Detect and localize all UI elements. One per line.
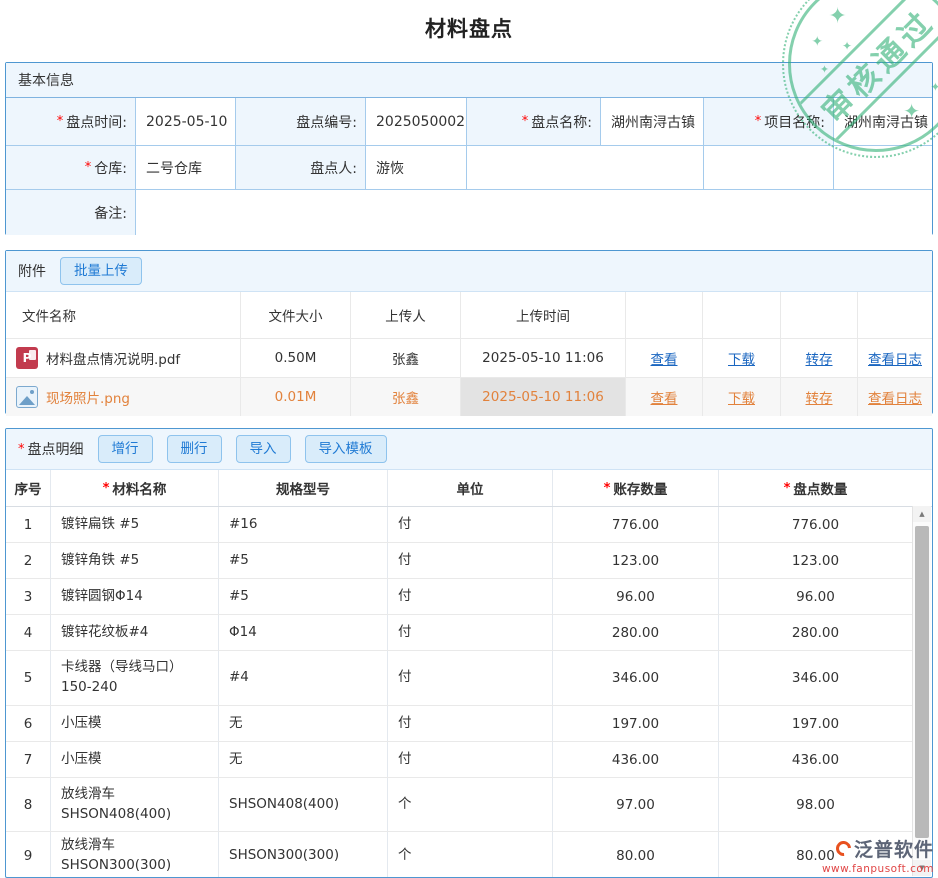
add-row-button[interactable]: 增行 [98,435,153,463]
import-template-button[interactable]: 导入模板 [305,435,387,463]
col-action [781,292,858,338]
attachment-row-pdf: P 材料盘点情况说明.pdf 0.50M 张鑫 2025-05-10 11:06… [6,338,932,377]
required-asterisk: * [103,481,110,496]
view-link[interactable]: 查看 [651,348,678,368]
image-file-icon [16,386,38,408]
uploader-cell: 张鑫 [351,378,461,416]
col-spec: 规格型号 [219,470,388,506]
col-file-name: 文件名称 [6,292,241,338]
col-uploader: 上传人 [351,292,461,338]
uploader-cell: 张鑫 [351,339,461,377]
scroll-up-arrow[interactable]: ▲ [913,506,931,522]
project-name-value[interactable]: 湖州南浔古镇 [834,98,932,146]
col-unit: 单位 [388,470,553,506]
inventory-time-label: * 盘点时间: [6,98,136,146]
col-book-qty: * 账存数量 [553,470,719,506]
basic-info-row-2: * 仓库: 二号仓库 盘点人: 游恢 [6,146,932,190]
download-link[interactable]: 下载 [728,387,755,407]
inventory-detail-header: * 盘点明细 增行 删行 导入 导入模板 [6,429,932,469]
col-material-name: * 材料名称 [51,470,219,506]
col-file-size: 文件大小 [241,292,351,338]
table-row[interactable]: 5 卡线器（导线马口）150-240 #4 付 346.00 346.00 [6,651,912,706]
vendor-name: 泛普软件 [854,835,934,862]
view-log-link[interactable]: 查看日志 [868,348,922,368]
required-asterisk: * [18,442,25,457]
table-row[interactable]: 4 镀锌花纹板#4 Φ14 付 280.00 280.00 [6,615,912,651]
attachments-table-header: 文件名称 文件大小 上传人 上传时间 [6,291,932,338]
table-row[interactable]: 2 镀锌角铁 #5 #5 付 123.00 123.00 [6,543,912,579]
remark-value[interactable] [136,190,932,235]
inventory-no-label: 盘点编号: [236,98,366,146]
empty-cell [467,146,704,190]
inventory-time-value[interactable]: 2025-05-10 [136,98,236,146]
inventory-name-value[interactable]: 湖州南浔古镇 [601,98,704,146]
material-inventory-page: 材料盘点 基本信息 * 盘点时间: 2025-05-10 盘点编号: 20250… [0,0,938,878]
detail-table-body: 1 镀锌扁铁 #5 #16 付 776.00 776.00 2 镀锌角铁 #5 … [6,507,912,878]
delete-row-button[interactable]: 删行 [167,435,222,463]
required-asterisk: * [522,114,529,129]
table-row[interactable]: 8 放线滑车 SHSON408(400) SHSON408(400) 个 97.… [6,778,912,832]
pdf-file-icon: P [16,347,38,369]
inventory-detail-section: * 盘点明细 增行 删行 导入 导入模板 序号 * 材料名称 规格型号 单位 *… [5,428,933,878]
upload-time-cell: 2025-05-10 11:06 [461,378,626,416]
detail-table-header: 序号 * 材料名称 规格型号 单位 * 账存数量 * 盘点数量 [6,469,932,507]
basic-info-title: 基本信息 [18,70,74,90]
batch-upload-button[interactable]: 批量上传 [60,257,142,285]
project-name-label: * 项目名称: [704,98,834,146]
transfer-link[interactable]: 转存 [806,387,833,407]
file-size-cell: 0.01M [241,378,351,416]
col-action [858,292,932,338]
warehouse-label: * 仓库: [6,146,136,190]
attachments-header: 附件 批量上传 [6,251,932,291]
transfer-link[interactable]: 转存 [806,348,833,368]
vendor-watermark: 泛普软件 www.fanpusoft.com [822,835,934,875]
page-title: 材料盘点 [0,13,938,43]
col-count-qty: * 盘点数量 [719,470,912,506]
file-name-cell: P 材料盘点情况说明.pdf [6,339,241,377]
table-row[interactable]: 9 放线滑车 SHSON300(300) SHSON300(300) 个 80.… [6,832,912,878]
basic-info-header: 基本信息 [6,63,932,98]
col-action [626,292,703,338]
vendor-url: www.fanpusoft.com [822,863,934,875]
remark-label: 备注: [6,190,136,235]
view-log-link[interactable]: 查看日志 [868,387,922,407]
vertical-scrollbar[interactable]: ▲ ▼ [912,506,931,876]
required-asterisk: * [85,160,92,175]
inventory-name-label: * 盘点名称: [467,98,601,146]
inventory-person-label: 盘点人: [236,146,366,190]
attachment-row-image: 现场照片.png 0.01M 张鑫 2025-05-10 11:06 查看 下载… [6,377,932,416]
required-asterisk: * [755,114,762,129]
upload-time-cell: 2025-05-10 11:06 [461,339,626,377]
col-upload-time: 上传时间 [461,292,626,338]
empty-cell [834,146,932,190]
file-size-cell: 0.50M [241,339,351,377]
required-asterisk: * [784,481,791,496]
table-row[interactable]: 6 小压模 无 付 197.00 197.00 [6,706,912,742]
table-row[interactable]: 3 镀锌圆钢Φ14 #5 付 96.00 96.00 [6,579,912,615]
attachments-section: 附件 批量上传 文件名称 文件大小 上传人 上传时间 P 材料盘点情况说明.pd… [5,250,933,414]
col-action [703,292,781,338]
required-asterisk: * [604,481,611,496]
inventory-person-value[interactable]: 游恢 [366,146,467,190]
warehouse-value[interactable]: 二号仓库 [136,146,236,190]
file-name-cell: 现场照片.png [6,378,241,416]
scrollbar-thumb[interactable] [915,526,929,838]
view-link[interactable]: 查看 [651,387,678,407]
fanpu-logo-icon [833,838,854,859]
inventory-detail-title: 盘点明细 [28,439,84,459]
import-button[interactable]: 导入 [236,435,291,463]
basic-info-row-3: 备注: [6,190,932,235]
required-asterisk: * [57,114,64,129]
table-row[interactable]: 7 小压模 无 付 436.00 436.00 [6,742,912,778]
basic-info-row-1: * 盘点时间: 2025-05-10 盘点编号: 2025050002 * 盘点… [6,98,932,146]
download-link[interactable]: 下载 [728,348,755,368]
empty-cell [704,146,834,190]
inventory-no-value: 2025050002 [366,98,467,146]
attachments-title: 附件 [18,261,46,281]
basic-info-section: 基本信息 * 盘点时间: 2025-05-10 盘点编号: 2025050002… [5,62,933,235]
col-seq: 序号 [6,470,51,506]
table-row[interactable]: 1 镀锌扁铁 #5 #16 付 776.00 776.00 [6,507,912,543]
